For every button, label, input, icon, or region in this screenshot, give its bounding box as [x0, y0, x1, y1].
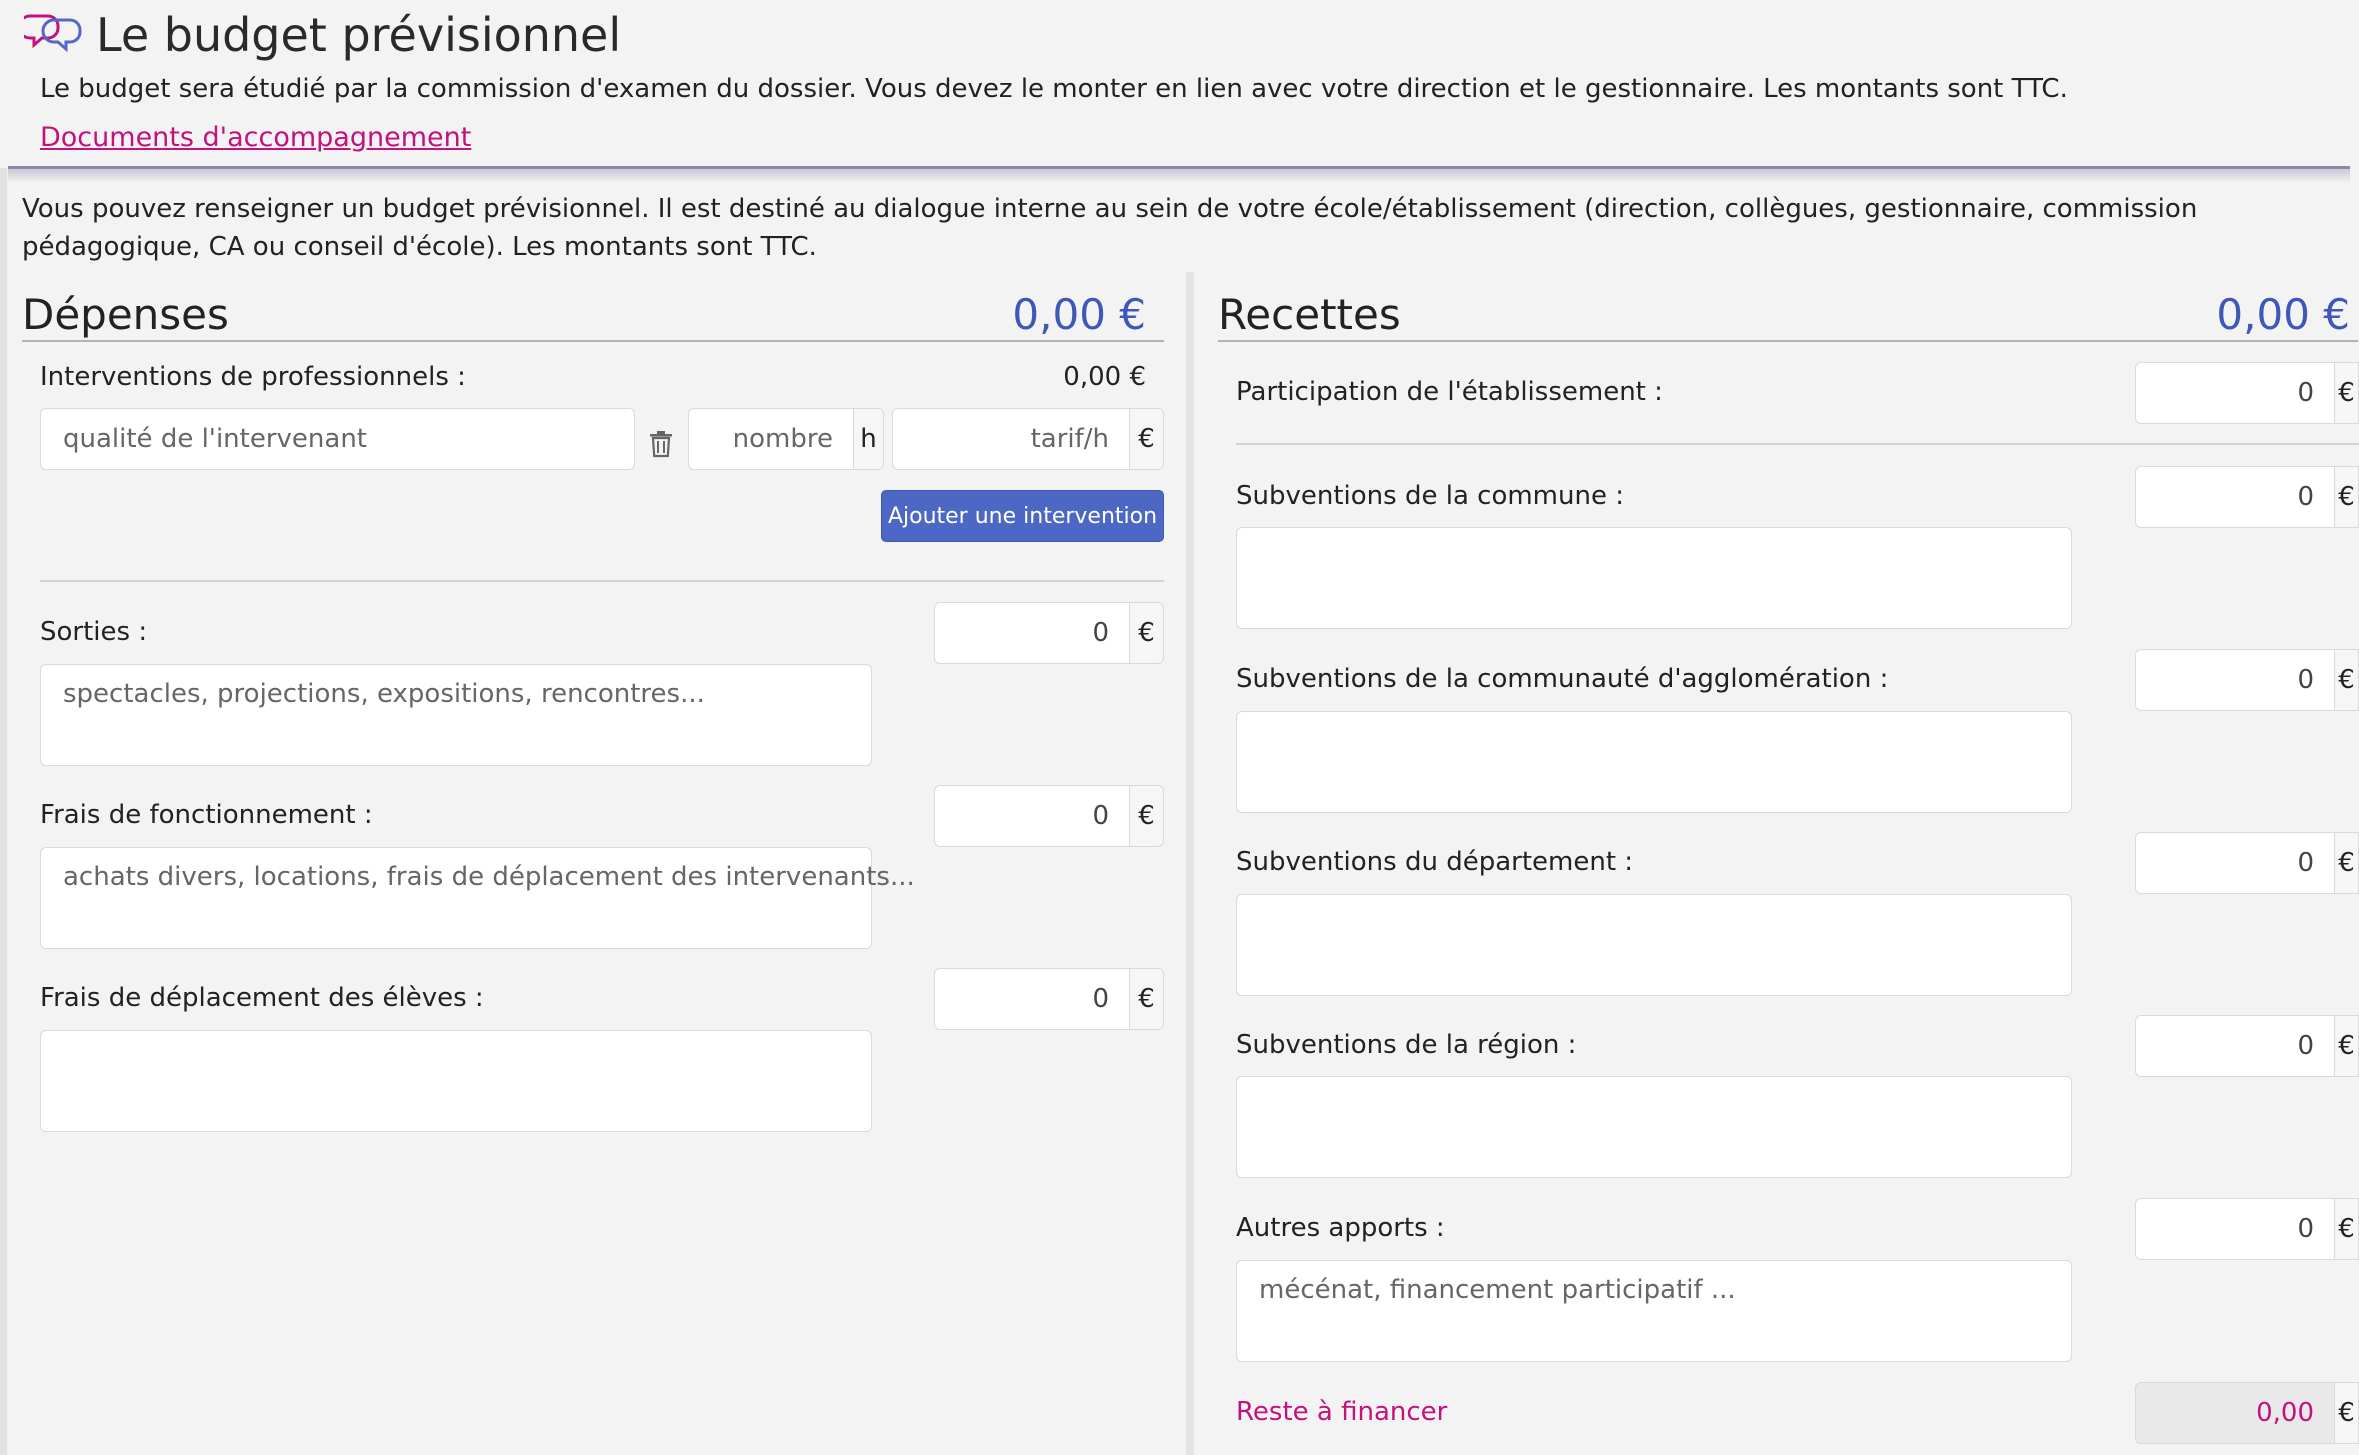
- logo-icon: [17, 12, 82, 54]
- nombre-heures-input[interactable]: nombre: [688, 408, 854, 470]
- agglomeration-description-input[interactable]: [1236, 711, 2072, 813]
- tarif-placeholder: tarif/h: [1030, 424, 1109, 454]
- recettes-total: 0,00 €: [2216, 290, 2350, 339]
- deplacement-currency: €: [1130, 968, 1164, 1030]
- page-title: Le budget prévisionnel: [96, 8, 622, 62]
- intro-text: Le budget sera étudié par la commission …: [40, 74, 2068, 104]
- departement-description-input[interactable]: [1236, 894, 2072, 996]
- region-currency: €: [2335, 1015, 2359, 1077]
- departement-amount-input[interactable]: 0: [2135, 832, 2335, 894]
- fonctionnement-label: Frais de fonctionnement :: [40, 800, 373, 830]
- departement-label: Subventions du département :: [1236, 847, 1634, 877]
- commune-currency: €: [2335, 466, 2359, 528]
- deplacement-label: Frais de déplacement des élèves :: [40, 983, 484, 1013]
- fonctionnement-currency: €: [1130, 785, 1164, 847]
- fonctionnement-placeholder: achats divers, locations, frais de dépla…: [63, 862, 915, 892]
- hour-unit: h: [854, 408, 884, 470]
- sorties-description-input[interactable]: spectacles, projections, expositions, re…: [40, 664, 872, 766]
- interventions-total: 0,00 €: [1063, 362, 1146, 392]
- agglomeration-currency: €: [2335, 649, 2359, 711]
- left-edge: [0, 168, 7, 1455]
- deplacement-description-input[interactable]: [40, 1030, 872, 1132]
- autres-description-input[interactable]: mécénat, financement participatif ...: [1236, 1260, 2072, 1362]
- region-amount-input[interactable]: 0: [2135, 1015, 2335, 1077]
- tarif-currency: €: [1130, 408, 1164, 470]
- depenses-underline: [22, 340, 1164, 342]
- autres-amount-input[interactable]: 0: [2135, 1198, 2335, 1260]
- intervenant-quality-input[interactable]: qualité de l'intervenant: [40, 408, 635, 470]
- delete-intervention-button[interactable]: [640, 418, 682, 470]
- interventions-label: Interventions de professionnels :: [40, 362, 466, 392]
- commune-description-input[interactable]: [1236, 527, 2072, 629]
- commune-amount-input[interactable]: 0: [2135, 466, 2335, 528]
- depenses-title: Dépenses: [22, 290, 229, 339]
- region-description-input[interactable]: [1236, 1076, 2072, 1178]
- fonctionnement-description-input[interactable]: achats divers, locations, frais de dépla…: [40, 847, 915, 949]
- reste-currency: €: [2335, 1382, 2359, 1444]
- recettes-title: Recettes: [1218, 290, 1401, 339]
- autres-currency: €: [2335, 1198, 2359, 1260]
- add-intervention-button[interactable]: Ajouter une intervention: [881, 490, 1164, 542]
- budget-description: Vous pouvez renseigner un budget prévisi…: [22, 194, 2198, 262]
- depenses-total: 0,00 €: [1012, 290, 1146, 339]
- header-separator-shadow: [8, 169, 2350, 183]
- agglomeration-label: Subventions de la communauté d'aggloméra…: [1236, 664, 1889, 694]
- etablissement-label: Participation de l'établissement :: [1236, 377, 1663, 407]
- autres-label: Autres apports :: [1236, 1213, 1445, 1243]
- etablissement-divider: [1236, 443, 2359, 445]
- departement-currency: €: [2335, 832, 2359, 894]
- recettes-underline: [1218, 340, 2358, 342]
- sorties-placeholder: spectacles, projections, expositions, re…: [63, 679, 705, 709]
- etablissement-amount-input[interactable]: 0: [2135, 362, 2335, 424]
- autres-placeholder: mécénat, financement participatif ...: [1259, 1275, 1736, 1305]
- tarif-horaire-input[interactable]: tarif/h: [892, 408, 1130, 470]
- sorties-currency: €: [1130, 602, 1164, 664]
- reste-amount: 0,00: [2135, 1382, 2335, 1444]
- sorties-amount-input[interactable]: 0: [934, 602, 1130, 664]
- intervenant-quality-placeholder: qualité de l'intervenant: [63, 424, 368, 454]
- sorties-label: Sorties :: [40, 617, 148, 647]
- region-label: Subventions de la région :: [1236, 1030, 1577, 1060]
- deplacement-amount-input[interactable]: 0: [934, 968, 1130, 1030]
- column-divider: [1186, 272, 1194, 1455]
- documents-link[interactable]: Documents d'accompagnement: [40, 122, 471, 153]
- fonctionnement-amount-input[interactable]: 0: [934, 785, 1130, 847]
- commune-label: Subventions de la commune :: [1236, 481, 1624, 511]
- interventions-divider: [40, 580, 1164, 582]
- trash-icon: [650, 431, 672, 458]
- nombre-placeholder: nombre: [732, 424, 833, 454]
- etablissement-currency: €: [2335, 362, 2359, 424]
- reste-label: Reste à financer: [1236, 1397, 1448, 1427]
- agglomeration-amount-input[interactable]: 0: [2135, 649, 2335, 711]
